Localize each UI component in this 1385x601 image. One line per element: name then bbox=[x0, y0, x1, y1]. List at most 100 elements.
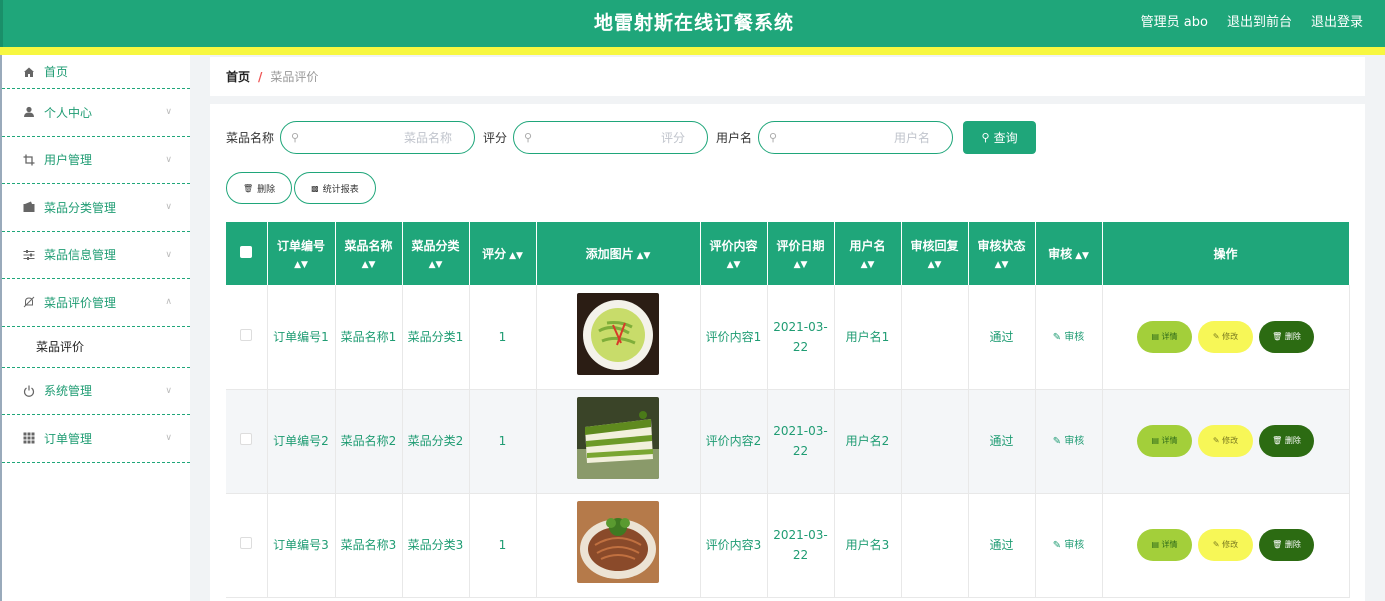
audit-link[interactable]: ✎ 审核 bbox=[1053, 436, 1085, 447]
sidebar-item-dish-info[interactable]: 菜品信息管理 ∨ bbox=[2, 232, 190, 279]
column-header-date[interactable]: 评价日期 ▲▼ bbox=[767, 222, 835, 285]
edit-button[interactable]: ✎ 修改 bbox=[1198, 529, 1253, 561]
edit-button[interactable]: ✎ 修改 bbox=[1198, 320, 1253, 353]
pencil-icon: ✎ bbox=[1212, 331, 1220, 341]
column-header-status[interactable]: 审核状态 ▲▼ bbox=[968, 222, 1036, 285]
sidebar-item-label: 菜品信息管理 bbox=[44, 248, 117, 263]
exit-to-front-link[interactable]: 退出到前台 bbox=[1227, 11, 1292, 30]
header-links: 管理员 abo 退出到前台 退出登录 bbox=[1141, 11, 1363, 30]
query-button[interactable]: ⚲ 查询 bbox=[963, 121, 1037, 154]
breadcrumb-home[interactable]: 首页 bbox=[226, 68, 250, 85]
table-header-row: 订单编号 ▲▼ 菜品名称 ▲▼ 菜品分类 ▲▼ 评分 ▲▼ 添加图片 ▲▼ 评价内容 ▲▼ … bbox=[226, 222, 1350, 285]
select-all-checkbox[interactable] bbox=[240, 246, 253, 258]
sidebar-item-dish-category[interactable]: 菜品分类管理 ∨ bbox=[2, 184, 190, 232]
column-header-score[interactable]: 评分 ▲▼ bbox=[469, 222, 537, 285]
username-cell: 用户名3 bbox=[834, 493, 902, 598]
document-icon: ▤ bbox=[1151, 540, 1159, 549]
admin-user[interactable]: 管理员 abo bbox=[1141, 11, 1208, 30]
search-bar: 菜品名称 ⚲ 评分 ⚲ 用户名 ⚲ ⚲ 查询 bbox=[226, 121, 1037, 154]
sidebar-item-home[interactable]: 首页 bbox=[2, 55, 190, 89]
dish-image[interactable] bbox=[577, 292, 659, 375]
sidebar-item-label: 菜品评价管理 bbox=[44, 295, 117, 310]
row-checkbox[interactable] bbox=[240, 328, 253, 341]
username-field: ⚲ bbox=[758, 121, 954, 154]
review-table: 订单编号 ▲▼ 菜品名称 ▲▼ 菜品分类 ▲▼ 评分 ▲▼ 添加图片 ▲▼ 评价内容 ▲▼ … bbox=[226, 222, 1350, 598]
pencil-icon: ✎ bbox=[1212, 436, 1220, 445]
score-cell: 1 bbox=[469, 285, 537, 390]
dish-name-input[interactable] bbox=[307, 130, 453, 146]
grid-icon bbox=[22, 431, 36, 445]
yellow-accent-bar bbox=[0, 47, 1385, 55]
score-cell: 1 bbox=[469, 389, 537, 494]
dish-name-field: ⚲ bbox=[280, 121, 476, 154]
chevron-down-icon: ∨ bbox=[165, 154, 172, 165]
delete-button[interactable]: 🗑 删除 bbox=[1259, 425, 1314, 457]
dish-cell: 菜品名称3 bbox=[335, 493, 403, 598]
detail-button[interactable]: ▤ 详情 bbox=[1137, 320, 1192, 353]
username-input[interactable] bbox=[785, 130, 931, 146]
edit-button[interactable]: ✎ 修改 bbox=[1198, 425, 1253, 457]
sidebar: 首页 个人中心 ∨ 用户管理 ∨ 菜品分类管理 ∨ 菜品信息管理 ∨ 菜品评价管… bbox=[0, 55, 190, 601]
status-cell: 通过 bbox=[968, 389, 1036, 494]
sidebar-item-user-management[interactable]: 用户管理 ∨ bbox=[2, 137, 190, 184]
sidebar-item-orders[interactable]: 订单管理 ∨ bbox=[2, 415, 190, 463]
row-checkbox[interactable] bbox=[240, 433, 253, 445]
dish-cell: 菜品名称2 bbox=[335, 389, 403, 494]
detail-button[interactable]: ▤ 详情 bbox=[1137, 529, 1192, 561]
home-icon bbox=[22, 65, 36, 79]
sort-icon[interactable]: ▲▼ bbox=[902, 260, 968, 270]
column-header-audit[interactable]: 审核 ▲▼ bbox=[1035, 222, 1103, 285]
sort-icon[interactable]: ▲▼ bbox=[1075, 251, 1089, 261]
main-content: 菜品名称 ⚲ 评分 ⚲ 用户名 ⚲ ⚲ 查询 🗑 删除 ▩ 统计报表 bbox=[210, 104, 1365, 601]
sort-icon[interactable]: ▲▼ bbox=[509, 251, 523, 261]
sort-icon[interactable]: ▲▼ bbox=[268, 260, 335, 270]
sort-icon[interactable]: ▲▼ bbox=[768, 260, 834, 270]
score-field: ⚲ bbox=[513, 121, 709, 154]
sidebar-item-label: 订单管理 bbox=[44, 431, 93, 446]
statistics-report-label: 统计报表 bbox=[322, 184, 359, 195]
column-header-reply[interactable]: 审核回复 ▲▼ bbox=[901, 222, 969, 285]
statistics-report-button[interactable]: ▩ 统计报表 bbox=[294, 172, 376, 204]
action-buttons: 🗑 删除 ▩ 统计报表 bbox=[226, 172, 376, 204]
sort-icon[interactable]: ▲▼ bbox=[969, 260, 1035, 270]
sidebar-item-personal-center[interactable]: 个人中心 ∨ bbox=[2, 89, 190, 137]
delete-button[interactable]: 🗑 删除 bbox=[1259, 320, 1314, 353]
logout-link[interactable]: 退出登录 bbox=[1311, 11, 1363, 30]
dish-image[interactable] bbox=[577, 397, 659, 479]
score-label: 评分 bbox=[483, 131, 508, 145]
sidebar-item-label: 用户管理 bbox=[44, 153, 93, 168]
breadcrumb-separator: / bbox=[258, 69, 263, 84]
column-header-image[interactable]: 添加图片 ▲▼ bbox=[536, 222, 701, 285]
column-header-dish[interactable]: 菜品名称 ▲▼ bbox=[335, 222, 403, 285]
column-header-username[interactable]: 用户名 ▲▼ bbox=[834, 222, 902, 285]
bulk-delete-button[interactable]: 🗑 删除 bbox=[226, 172, 293, 204]
column-header-content[interactable]: 评价内容 ▲▼ bbox=[700, 222, 768, 285]
detail-button[interactable]: ▤ 详情 bbox=[1137, 425, 1192, 457]
score-input[interactable] bbox=[540, 130, 686, 146]
date-cell: 2021-03-22 bbox=[767, 389, 835, 494]
trash-icon: 🗑 bbox=[243, 183, 254, 193]
chevron-up-icon: ∧ bbox=[165, 297, 172, 308]
content-cell: 评价内容3 bbox=[700, 493, 768, 598]
dish-cell: 菜品名称1 bbox=[335, 285, 403, 390]
sort-icon[interactable]: ▲▼ bbox=[403, 260, 469, 270]
username-cell: 用户名1 bbox=[834, 285, 902, 390]
sort-icon[interactable]: ▲▼ bbox=[835, 260, 901, 270]
table-row: 订单编号1 菜品名称1 菜品分类1 1 评价内容1 2021-03-22 用户名… bbox=[226, 285, 1350, 390]
row-checkbox[interactable] bbox=[240, 537, 253, 549]
sort-icon[interactable]: ▲▼ bbox=[637, 251, 651, 261]
column-header-category[interactable]: 菜品分类 ▲▼ bbox=[402, 222, 470, 285]
column-header-order[interactable]: 订单编号 ▲▼ bbox=[267, 222, 336, 285]
sidebar-item-system[interactable]: 系统管理 ∨ bbox=[2, 368, 190, 415]
audit-link[interactable]: ✎ 审核 bbox=[1053, 540, 1085, 551]
delete-button[interactable]: 🗑 删除 bbox=[1259, 529, 1314, 561]
username-cell: 用户名2 bbox=[834, 389, 902, 494]
sidebar-item-dish-review[interactable]: 菜品评价管理 ∧ bbox=[2, 279, 190, 327]
sort-icon[interactable]: ▲▼ bbox=[336, 260, 402, 270]
trash-icon: 🗑 bbox=[1272, 540, 1283, 549]
audit-link[interactable]: ✎ 审核 bbox=[1053, 332, 1085, 343]
dish-image[interactable] bbox=[577, 501, 659, 583]
pencil-icon: ✎ bbox=[1052, 331, 1062, 343]
sort-icon[interactable]: ▲▼ bbox=[701, 260, 767, 270]
submenu-dish-review[interactable]: 菜品评价 bbox=[2, 327, 190, 368]
